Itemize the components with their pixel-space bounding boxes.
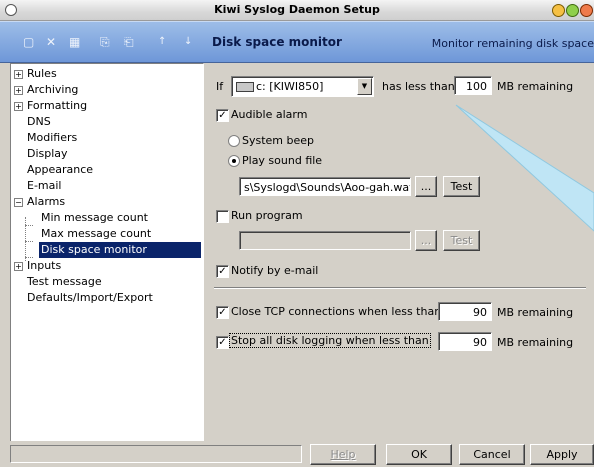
- properties-icon[interactable]: ▦: [69, 36, 80, 48]
- tree-item-label: Appearance: [27, 163, 94, 176]
- move-up-icon[interactable]: ↑: [158, 36, 166, 48]
- section-title: Disk space monitor: [212, 35, 342, 49]
- tree-item-label: Test message: [27, 275, 102, 288]
- section-description: Monitor remaining disk space: [431, 37, 594, 50]
- close-icon[interactable]: [580, 4, 593, 17]
- stop-logging-suffix: MB remaining: [497, 336, 574, 349]
- ok-button[interactable]: OK: [386, 444, 452, 465]
- if-label: If: [216, 80, 224, 93]
- notify-email-label: Notify by e-mail: [231, 264, 319, 277]
- paste-icon[interactable]: ⎗: [124, 36, 134, 48]
- audible-alarm-label: Audible alarm: [231, 108, 308, 121]
- status-area: [10, 445, 302, 463]
- tree-item-label: DNS: [27, 115, 51, 128]
- tree-item-label: Modifiers: [27, 131, 78, 144]
- tree-item-label: Rules: [27, 67, 57, 80]
- tree-item-label: Formatting: [27, 99, 88, 112]
- close-tcp-label: Close TCP connections when less than: [231, 305, 442, 318]
- title-bar: Kiwi Syslog Daemon Setup: [0, 0, 594, 21]
- delete-icon[interactable]: ✕: [46, 36, 56, 48]
- close-tcp-suffix: MB remaining: [497, 306, 574, 319]
- mb-threshold-input[interactable]: 100: [454, 76, 492, 95]
- system-beep-radio[interactable]: [228, 135, 240, 147]
- run-program-checkbox[interactable]: [216, 210, 229, 223]
- run-program-label: Run program: [231, 209, 303, 222]
- tree-item-label: E-mail: [27, 179, 62, 192]
- tree-item-label: Display: [27, 147, 68, 160]
- system-beep-label: System beep: [242, 134, 315, 147]
- collapse-icon[interactable]: −: [14, 198, 23, 207]
- drive-select[interactable]: c: [KIWI850] ▼: [231, 76, 374, 97]
- drive-value: c: [KIWI850]: [256, 80, 324, 93]
- balloon-tip-pointer: [455, 104, 594, 232]
- apply-button[interactable]: Apply: [530, 444, 594, 465]
- stop-logging-checkbox[interactable]: ✓: [216, 336, 229, 349]
- tree-item-label: Max message count: [41, 227, 152, 240]
- button-bar: Help OK Cancel Apply: [0, 441, 594, 467]
- minimize-icon[interactable]: [552, 4, 565, 17]
- tree-item-label: Archiving: [27, 83, 79, 96]
- separator: [214, 287, 586, 289]
- stop-logging-input[interactable]: 90: [438, 332, 492, 351]
- expand-icon[interactable]: +: [14, 70, 23, 79]
- cancel-button[interactable]: Cancel: [459, 444, 525, 465]
- expand-icon[interactable]: +: [14, 262, 23, 271]
- play-sound-radio[interactable]: [228, 155, 240, 167]
- tree-item-label: Disk space monitor: [39, 242, 201, 258]
- new-icon[interactable]: ▢: [23, 36, 34, 48]
- tree-item-label: Defaults/Import/Export: [27, 291, 153, 304]
- move-down-icon[interactable]: ↓: [184, 36, 192, 48]
- toolbar: ▢ ✕ ▦ ⎘ ⎗ ↑ ↓ Disk space monitor Monitor…: [0, 21, 594, 63]
- tree-item-label: Min message count: [41, 211, 148, 224]
- sound-file-input[interactable]: s\Syslogd\Sounds\Aoo-gah.wav: [239, 177, 411, 196]
- maximize-icon[interactable]: [566, 4, 579, 17]
- mb-remaining-label: MB remaining: [497, 80, 574, 93]
- window-title: Kiwi Syslog Daemon Setup: [214, 3, 380, 16]
- tree-item-label: Alarms: [27, 195, 66, 208]
- browse-sound-button[interactable]: ...: [415, 176, 437, 197]
- close-tcp-checkbox[interactable]: ✓: [216, 306, 229, 319]
- close-tcp-input[interactable]: 90: [438, 302, 492, 321]
- tree-item-disk-space-monitor[interactable]: Disk space monitor: [11, 242, 201, 258]
- settings-tree[interactable]: + Rules + Archiving + Formatting DNS Mod…: [10, 63, 204, 443]
- help-button[interactable]: Help: [310, 444, 376, 465]
- expand-icon[interactable]: +: [14, 102, 23, 111]
- tree-branch-line: [25, 225, 33, 226]
- tree-item-label: Inputs: [27, 259, 62, 272]
- expand-icon[interactable]: +: [14, 86, 23, 95]
- has-less-than-label: has less than: [382, 80, 455, 93]
- disk-monitor-panel: If c: [KIWI850] ▼ has less than 100 MB r…: [206, 63, 594, 436]
- play-sound-label: Play sound file: [242, 154, 323, 167]
- dropdown-arrow-icon[interactable]: ▼: [357, 78, 372, 95]
- setup-window: Kiwi Syslog Daemon Setup ▢ ✕ ▦ ⎘ ⎗ ↑ ↓ D…: [0, 0, 594, 467]
- radio-selected-dot: [232, 159, 236, 163]
- browse-program-button[interactable]: ...: [415, 230, 437, 251]
- notify-email-checkbox[interactable]: ✓: [216, 265, 229, 278]
- drive-icon: [236, 82, 254, 92]
- copy-icon[interactable]: ⎘: [100, 36, 110, 48]
- run-program-input[interactable]: [239, 231, 411, 250]
- audible-alarm-checkbox[interactable]: ✓: [216, 109, 229, 122]
- stop-logging-label: Stop all disk logging when less than: [229, 333, 431, 348]
